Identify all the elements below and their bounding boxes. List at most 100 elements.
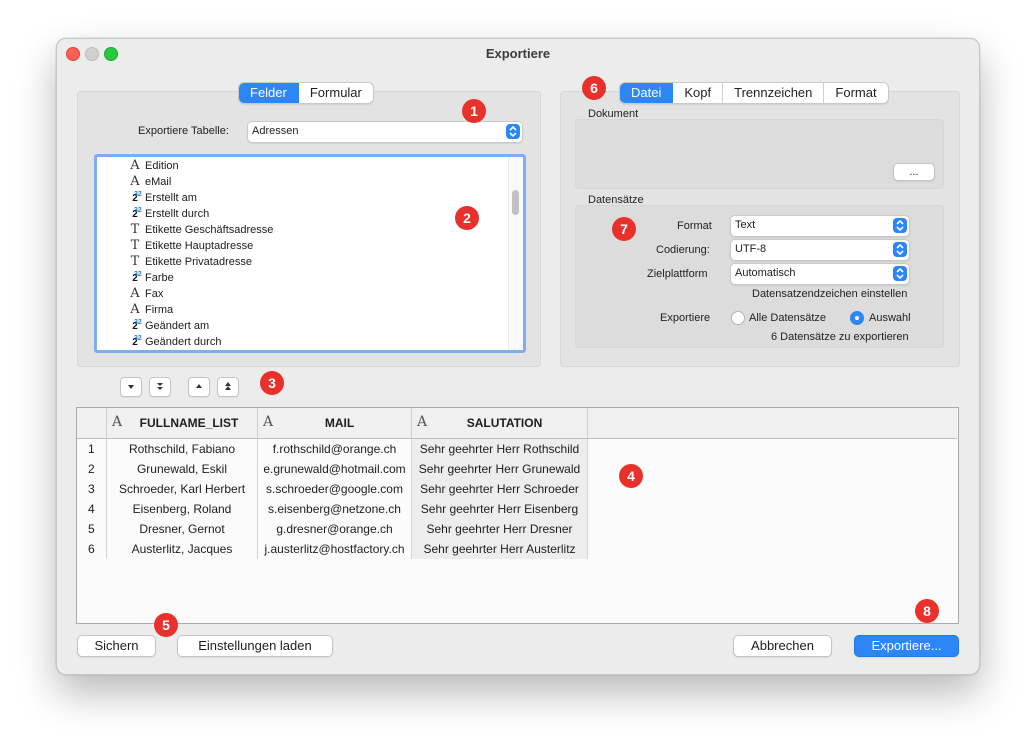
cell-salutation: Sehr geehrter Herr Eisenberg [420,502,579,516]
field-label: Erstellt am [145,192,197,204]
tab-format[interactable]: Format [824,83,887,103]
text-type-icon: A [130,286,140,301]
zielplattform-value: Automatisch [735,267,796,279]
tab-datei[interactable]: Datei [620,83,674,103]
field-label: Etikette Privatadresse [145,256,252,268]
record-terminator-link[interactable]: Datensatzendzeichen einstellen [752,288,907,300]
cell-fullname: Schroeder, Karl Herbert [118,482,246,496]
callout-badge-3: 3 [260,371,284,395]
cell-mail: g.dresner@orange.ch [276,522,393,536]
text-t-type-icon: T [130,238,140,253]
field-list-item[interactable]: T Etikette Privatadresse [128,254,252,270]
save-button[interactable]: Sichern [77,635,156,657]
zielplattform-label: Zielplattform [647,268,708,280]
cell-salutation: Sehr geehrter Herr Rothschild [419,442,580,456]
cell-fullname: Rothschild, Fabiano [128,442,236,456]
export-table-select[interactable]: Adressen [247,121,523,143]
field-list-item[interactable]: T Etikette Hauptadresse [128,238,254,254]
column-header-label: SALUTATION [466,416,543,430]
move-down-button[interactable] [120,377,142,397]
field-label: Edition [145,160,179,172]
field-label: Farbe [145,272,174,284]
tab-kopf[interactable]: Kopf [673,83,724,103]
field-list[interactable]: A Edition AeMail 2 32 Erstellt am 2 32 Erstellt … [94,154,526,353]
export-dialog: Exportiere Felder Formular Exportiere Ta… [56,38,980,675]
cell-mail: e.grunewald@hotmail.com [263,462,406,476]
callout-badge-7: 7 [612,217,636,241]
radio-selection[interactable] [850,311,864,325]
move-to-top-button[interactable] [217,377,239,397]
cell-mail: s.schroeder@google.com [266,482,403,496]
field-list-item[interactable]: 2 32 Geändert durch [128,334,221,350]
zielplattform-select[interactable]: Automatisch [730,263,910,285]
field-label: Firma [145,304,174,316]
field-list-item[interactable]: A Edition [128,158,179,174]
export-table-label: Exportiere Tabelle: [138,125,229,137]
tab-formular[interactable]: Formular [299,83,373,103]
field-list-item[interactable]: T Etikette Geschäftsadresse [128,222,274,238]
number-icon-sup: 32 [134,335,142,342]
cell-mail: s.eisenberg@netzone.ch [268,502,401,516]
browse-button[interactable]: ... [893,163,935,181]
cell-mail: j.austerlitz@hostfactory.ch [264,542,405,556]
export-button[interactable]: Exportiere... [854,635,959,657]
row-number: 1 [88,442,95,456]
field-list-item[interactable]: 2 32 Farbe [128,270,174,286]
cell-fullname: Grunewald, Eskil [136,462,228,476]
radio-all-records[interactable] [731,311,745,325]
cell-salutation: Sehr geehrter Herr Schroeder [420,482,579,496]
radio-selection-label: Auswahl [869,312,911,324]
column-divider [587,439,588,559]
cell-fullname: Dresner, Gernot [139,522,225,536]
right-tab-bar: Datei Kopf Trennzeichen Format [619,82,889,104]
callout-badge-4: 4 [619,464,643,488]
dokument-box [575,119,944,189]
load-settings-button[interactable]: Einstellungen laden [177,635,333,657]
preview-table[interactable]: A FULLNAME_LIST A MAIL A SALUTATION 1 Rot… [76,407,959,624]
cell-salutation: Sehr geehrter Herr Grunewald [418,462,581,476]
radio-all-records-label: Alle Datensätze [749,312,827,324]
callout-badge-1: 1 [462,99,486,123]
chevron-updown-icon [893,218,907,233]
cell-mail: f.rothschild@orange.ch [272,442,397,456]
text-type-icon: A [130,158,140,173]
tab-felder[interactable]: Felder [239,83,299,103]
scrollbar-thumb[interactable] [512,190,519,215]
row-number-header [77,408,107,439]
cell-salutation: Sehr geehrter Herr Austerlitz [423,542,576,556]
column-header-salutation[interactable]: A SALUTATION [412,408,588,439]
format-select[interactable]: Text [730,215,910,237]
cell-fullname: Eisenberg, Roland [132,502,232,516]
row-number: 6 [88,542,95,556]
callout-badge-8: 8 [915,599,939,623]
column-header-mail[interactable]: A MAIL [258,408,412,439]
field-label: Geändert durch [145,336,222,348]
number-type-icon: 2 32 [128,207,142,223]
chevron-updown-icon [506,124,520,139]
export-table-value: Adressen [252,125,299,137]
number-icon-sup: 32 [134,319,142,326]
tab-trennzeichen[interactable]: Trennzeichen [723,83,825,103]
cancel-button[interactable]: Abbrechen [733,635,832,657]
title-bar: Exportiere [57,39,979,67]
field-list-scrollbar[interactable] [508,157,523,350]
field-list-item[interactable]: 2 32 Erstellt durch [128,206,209,222]
field-label: eMail [145,176,172,188]
codierung-select[interactable]: UTF-8 [730,239,910,261]
chevron-updown-icon [893,266,907,281]
column-header-fullname[interactable]: A FULLNAME_LIST [107,408,258,439]
callout-badge-5: 5 [154,613,178,637]
row-number: 2 [88,462,95,476]
codierung-label: Codierung: [656,244,710,256]
field-label: Geändert am [145,320,210,332]
chevron-updown-icon [893,242,907,257]
cell-salutation: Sehr geehrter Herr Dresner [426,522,573,536]
field-list-item[interactable]: A Fax [128,286,163,302]
move-to-bottom-button[interactable] [149,377,171,397]
row-number: 5 [88,522,95,536]
move-up-button[interactable] [188,377,210,397]
field-label: Etikette Geschäftsadresse [145,224,274,236]
callout-badge-6: 6 [582,76,606,100]
field-label: Fax [145,288,164,300]
number-icon-sup: 32 [134,191,142,198]
